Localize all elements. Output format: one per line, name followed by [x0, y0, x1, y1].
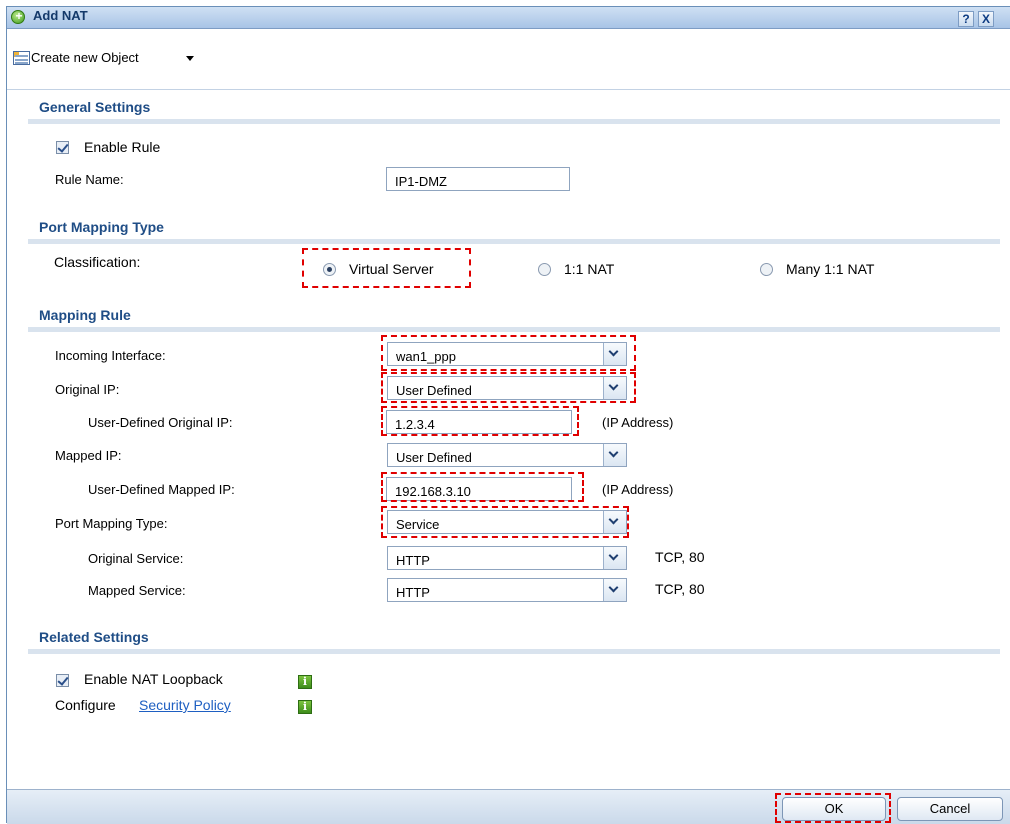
radio-virtual-server[interactable]	[323, 263, 336, 276]
section-title-related: Related Settings	[39, 629, 149, 645]
enable-nat-loopback-label: Enable NAT Loopback	[84, 671, 223, 687]
highlight-box	[381, 472, 584, 502]
highlight-box	[775, 793, 891, 823]
radio-label-many-1-1-nat: Many 1:1 NAT	[786, 261, 875, 277]
add-icon: +	[11, 9, 25, 24]
user-defined-mapped-ip-label: User-Defined Mapped IP:	[88, 482, 235, 497]
section-divider	[28, 119, 1000, 124]
enable-rule-label: Enable Rule	[84, 139, 161, 155]
highlight-box	[381, 406, 579, 436]
mapped-service-value: HTTP	[396, 585, 430, 600]
cancel-button[interactable]: Cancel	[897, 797, 1003, 821]
chevron-down-icon[interactable]	[603, 547, 626, 569]
original-ip-label: Original IP:	[55, 382, 120, 397]
chevron-down-icon[interactable]	[603, 579, 626, 601]
chevron-down-icon[interactable]	[603, 444, 626, 466]
configure-label: Configure	[55, 697, 116, 713]
title-bar	[7, 7, 1010, 29]
mapped-service-select[interactable]: HTTP	[387, 578, 627, 602]
radio-many-1-1-nat[interactable]	[760, 263, 773, 276]
port-mapping-type-label: Port Mapping Type:	[55, 516, 168, 531]
section-divider	[28, 649, 1000, 654]
section-title-general: General Settings	[39, 99, 151, 115]
section-title-mapping-rule: Mapping Rule	[39, 307, 131, 323]
mapped-service-label: Mapped Service:	[88, 583, 186, 598]
ip-address-hint: (IP Address)	[602, 415, 674, 430]
rule-name-label: Rule Name:	[55, 172, 124, 187]
info-icon[interactable]: i	[298, 700, 312, 714]
info-icon[interactable]: i	[298, 675, 312, 689]
radio-1-1-nat[interactable]	[538, 263, 551, 276]
original-service-select[interactable]: HTTP	[387, 546, 627, 570]
original-service-value: HTTP	[396, 553, 430, 568]
user-defined-original-ip-label: User-Defined Original IP:	[88, 415, 233, 430]
toolbar	[7, 29, 1010, 90]
enable-nat-loopback-checkbox[interactable]	[56, 674, 69, 687]
security-policy-link[interactable]: Security Policy	[139, 697, 231, 713]
highlight-box	[381, 372, 636, 403]
close-button[interactable]: X	[978, 11, 994, 27]
enable-rule-checkbox[interactable]	[56, 141, 69, 154]
dialog-title: Add NAT	[33, 8, 88, 23]
section-title-port-mapping-type: Port Mapping Type	[39, 219, 164, 235]
create-new-object-menu[interactable]: Create new Object	[31, 50, 139, 65]
rule-name-input[interactable]: IP1-DMZ	[386, 167, 570, 191]
chevron-down-icon[interactable]	[186, 56, 194, 61]
radio-label-1-1-nat: 1:1 NAT	[564, 261, 615, 277]
help-button[interactable]: ?	[958, 11, 974, 27]
original-service-detail: TCP, 80	[655, 549, 705, 565]
section-divider	[28, 327, 1000, 332]
mapped-ip-label: Mapped IP:	[55, 448, 122, 463]
highlight-box	[381, 335, 636, 371]
incoming-interface-label: Incoming Interface:	[55, 348, 166, 363]
mapped-ip-value: User Defined	[396, 450, 472, 465]
section-divider	[28, 239, 1000, 244]
classification-label: Classification:	[54, 254, 141, 270]
radio-label-virtual-server: Virtual Server	[349, 261, 434, 277]
original-service-label: Original Service:	[88, 551, 184, 566]
mapped-service-detail: TCP, 80	[655, 581, 705, 597]
mapped-ip-select[interactable]: User Defined	[387, 443, 627, 467]
highlight-box	[381, 506, 629, 538]
object-list-icon	[13, 51, 30, 65]
ip-address-hint: (IP Address)	[602, 482, 674, 497]
